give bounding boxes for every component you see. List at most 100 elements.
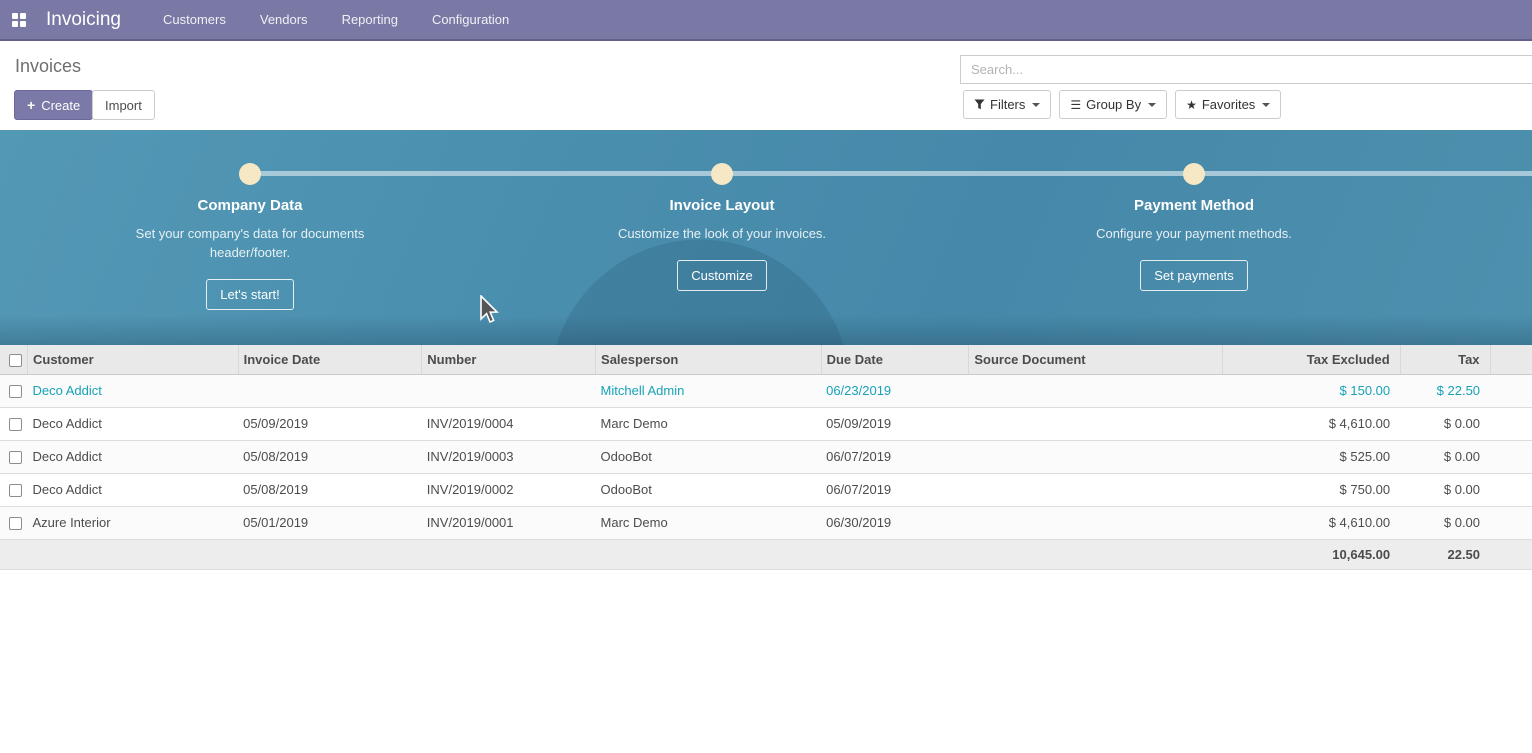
group-by-button[interactable]: ☰ Group By — [1059, 90, 1167, 119]
footer-trailing — [1490, 540, 1532, 570]
cell-salesperson[interactable]: OdooBot — [596, 474, 822, 507]
menu-reporting[interactable]: Reporting — [340, 8, 400, 31]
cell-invoice-date[interactable]: 05/09/2019 — [238, 408, 422, 441]
cell-tax-excluded[interactable]: $ 150.00 — [1222, 375, 1400, 408]
menu-vendors[interactable]: Vendors — [258, 8, 310, 31]
search-input[interactable] — [960, 55, 1532, 84]
cell-customer[interactable]: Deco Addict — [28, 375, 239, 408]
column-header-customer[interactable]: Customer — [28, 345, 239, 375]
create-button[interactable]: + Create — [14, 90, 93, 120]
cell-number[interactable]: INV/2019/0001 — [422, 507, 596, 540]
cell-number[interactable]: INV/2019/0003 — [422, 441, 596, 474]
lets-start-button[interactable]: Let's start! — [206, 279, 294, 310]
cell-source-document[interactable] — [969, 441, 1223, 474]
cell-customer[interactable]: Deco Addict — [28, 441, 239, 474]
menu-configuration[interactable]: Configuration — [430, 8, 511, 31]
select-all-checkbox[interactable] — [9, 354, 22, 367]
cell-source-document[interactable] — [969, 474, 1223, 507]
cell-tax[interactable]: $ 0.00 — [1400, 507, 1490, 540]
cell-invoice-date[interactable] — [238, 375, 422, 408]
cell-due-date[interactable]: 06/07/2019 — [821, 441, 969, 474]
cell-due-date[interactable]: 06/23/2019 — [821, 375, 969, 408]
set-payments-button[interactable]: Set payments — [1140, 260, 1248, 291]
cell-salesperson[interactable]: Marc Demo — [596, 408, 822, 441]
table-footer-row: 10,645.00 22.50 — [0, 540, 1532, 570]
cell-customer[interactable]: Azure Interior — [28, 507, 239, 540]
cell-source-document[interactable] — [969, 507, 1223, 540]
row-checkbox[interactable] — [9, 484, 22, 497]
onboarding-step-invoice-layout: Invoice Layout Customize the look of you… — [562, 130, 882, 291]
table-row[interactable]: Deco Addict 05/09/2019 INV/2019/0004 Mar… — [0, 408, 1532, 441]
onboarding-step-company-data: Company Data Set your company's data for… — [90, 130, 410, 310]
row-select-cell — [0, 441, 28, 474]
grid-icon — [12, 13, 26, 27]
step-title: Company Data — [90, 197, 410, 214]
cell-trailing — [1490, 507, 1532, 540]
group-by-button-label: Group By — [1086, 97, 1141, 112]
column-header-number[interactable]: Number — [422, 345, 596, 375]
row-checkbox[interactable] — [9, 517, 22, 530]
import-button[interactable]: Import — [92, 90, 155, 120]
app-name[interactable]: Invoicing — [46, 9, 121, 31]
table-row[interactable]: Azure Interior 05/01/2019 INV/2019/0001 … — [0, 507, 1532, 540]
cell-invoice-date[interactable]: 05/08/2019 — [238, 441, 422, 474]
cell-customer[interactable]: Deco Addict — [28, 474, 239, 507]
cell-tax-excluded[interactable]: $ 525.00 — [1222, 441, 1400, 474]
cell-tax[interactable]: $ 0.00 — [1400, 474, 1490, 507]
customize-button[interactable]: Customize — [677, 260, 766, 291]
footer-spacer — [0, 540, 1222, 570]
row-checkbox[interactable] — [9, 418, 22, 431]
top-navbar: Invoicing Customers Vendors Reporting Co… — [0, 0, 1532, 41]
cell-invoice-date[interactable]: 05/01/2019 — [238, 507, 422, 540]
cell-tax[interactable]: $ 22.50 — [1400, 375, 1490, 408]
cell-due-date[interactable]: 05/09/2019 — [821, 408, 969, 441]
cell-number[interactable]: INV/2019/0002 — [422, 474, 596, 507]
row-select-cell — [0, 474, 28, 507]
cell-customer[interactable]: Deco Addict — [28, 408, 239, 441]
chevron-down-icon — [1148, 103, 1156, 107]
table-row[interactable]: Deco Addict Mitchell Admin 06/23/2019 $ … — [0, 375, 1532, 408]
cell-trailing — [1490, 408, 1532, 441]
apps-menu-icon[interactable] — [0, 0, 38, 39]
column-header-tax-excluded[interactable]: Tax Excluded — [1222, 345, 1400, 375]
cell-due-date[interactable]: 06/07/2019 — [821, 474, 969, 507]
cell-trailing — [1490, 441, 1532, 474]
table-row[interactable]: Deco Addict 05/08/2019 INV/2019/0003 Odo… — [0, 441, 1532, 474]
filters-button[interactable]: Filters — [963, 90, 1051, 119]
cell-number[interactable] — [422, 375, 596, 408]
cell-due-date[interactable]: 06/30/2019 — [821, 507, 969, 540]
invoicing-app-window: Invoicing Customers Vendors Reporting Co… — [0, 0, 1532, 753]
cell-tax-excluded[interactable]: $ 4,610.00 — [1222, 507, 1400, 540]
cell-salesperson[interactable]: OdooBot — [596, 441, 822, 474]
filter-funnel-icon — [974, 99, 985, 110]
row-select-cell — [0, 408, 28, 441]
row-checkbox[interactable] — [9, 451, 22, 464]
step-description: Configure your payment methods. — [1079, 224, 1309, 243]
step-description: Customize the look of your invoices. — [607, 224, 837, 243]
table-row[interactable]: Deco Addict 05/08/2019 INV/2019/0002 Odo… — [0, 474, 1532, 507]
cell-number[interactable]: INV/2019/0004 — [422, 408, 596, 441]
favorites-button[interactable]: ★ Favorites — [1175, 90, 1281, 119]
column-header-due-date[interactable]: Due Date — [821, 345, 969, 375]
chevron-down-icon — [1032, 103, 1040, 107]
cell-tax[interactable]: $ 0.00 — [1400, 408, 1490, 441]
onboarding-banner: Company Data Set your company's data for… — [0, 130, 1532, 345]
column-header-invoice-date[interactable]: Invoice Date — [238, 345, 422, 375]
navbar-menus: Customers Vendors Reporting Configuratio… — [161, 8, 511, 31]
row-select-cell — [0, 375, 28, 408]
menu-customers[interactable]: Customers — [161, 8, 228, 31]
cell-salesperson[interactable]: Marc Demo — [596, 507, 822, 540]
page-title: Invoices — [15, 56, 81, 77]
row-checkbox[interactable] — [9, 385, 22, 398]
column-header-tax[interactable]: Tax — [1400, 345, 1490, 375]
cell-salesperson[interactable]: Mitchell Admin — [596, 375, 822, 408]
cell-source-document[interactable] — [969, 408, 1223, 441]
cell-tax-excluded[interactable]: $ 750.00 — [1222, 474, 1400, 507]
cell-tax-excluded[interactable]: $ 4,610.00 — [1222, 408, 1400, 441]
column-header-source-document[interactable]: Source Document — [969, 345, 1223, 375]
column-header-salesperson[interactable]: Salesperson — [596, 345, 822, 375]
cell-invoice-date[interactable]: 05/08/2019 — [238, 474, 422, 507]
column-header-trailing — [1490, 345, 1532, 375]
cell-source-document[interactable] — [969, 375, 1223, 408]
cell-tax[interactable]: $ 0.00 — [1400, 441, 1490, 474]
